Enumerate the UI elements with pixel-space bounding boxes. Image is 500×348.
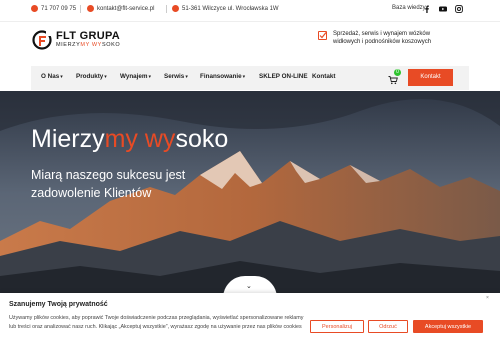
phone-link[interactable]: 71 707 09 75 <box>31 5 76 12</box>
main-nav: O Nas▾ Produkty▾ Wynajem▾ Serwis▾ Finans… <box>31 66 469 90</box>
chevron-down-icon: ▾ <box>104 74 107 80</box>
divider <box>166 5 167 13</box>
promo-block: Sprzedaż, serwis i wynajem wózków widłow… <box>318 30 453 46</box>
flt-logo-icon <box>32 30 52 50</box>
nav-item-kontakt[interactable]: Kontakt <box>312 73 335 80</box>
email-address: kontakt@flt-service.pl <box>97 5 155 12</box>
divider <box>80 5 81 13</box>
nav-item-sklep[interactable]: SKLEP ON-LINE <box>259 73 308 80</box>
location-pin-icon <box>172 5 179 12</box>
nav-item-produkty[interactable]: Produkty▾ <box>76 73 107 80</box>
checkbox-check-icon <box>318 31 327 40</box>
chevron-down-icon: ▾ <box>148 74 152 80</box>
nav-item-wynajem[interactable]: Wynajem▾ <box>120 73 151 80</box>
hero-subtitle: Miarą naszego sukcesu jest zadowolenie K… <box>31 168 186 200</box>
personalize-button[interactable]: Personalizuj <box>310 320 364 333</box>
email-icon <box>87 5 94 12</box>
contact-button[interactable]: Kontakt <box>408 69 453 86</box>
facebook-icon[interactable] <box>423 5 431 13</box>
chevron-down-icon: ⌄ <box>246 283 252 290</box>
address-text: 51-361 Wilczyce ul. Wrocławska 1W <box>182 5 279 12</box>
hero-banner: Mierzymy wysoko Miarą naszego sukcesu je… <box>0 91 500 297</box>
logo-title: FLT GRUPA <box>56 30 121 42</box>
email-link[interactable]: kontakt@flt-service.pl <box>87 5 154 12</box>
phone-number: 71 707 09 75 <box>41 5 77 12</box>
chevron-down-icon: ▾ <box>185 74 188 80</box>
address-link[interactable]: 51-361 Wilczyce ul. Wrocławska 1W <box>172 5 279 12</box>
instagram-icon[interactable] <box>455 5 463 13</box>
knowledge-base-link[interactable]: Baza wiedzy <box>392 5 426 11</box>
promo-line-1: Sprzedaż, serwis i wynajem wózków <box>333 31 431 37</box>
knowledge-base-label: Baza wiedzy <box>392 5 426 11</box>
hero-title: Mierzymy wysoko <box>31 125 229 153</box>
logo[interactable]: FLT GRUPA MIERZYMY WYSOKO <box>32 30 120 50</box>
cookie-title: Szanujemy Twoją prywatność <box>9 301 108 308</box>
reject-button[interactable]: Odrzuć <box>368 320 408 333</box>
nav-item-finansowanie[interactable]: Finansowanie▾ <box>200 73 245 80</box>
chevron-down-icon: ▾ <box>242 74 246 80</box>
top-bar: 71 707 09 75 kontakt@flt-service.pl 51-3… <box>0 0 500 22</box>
nav-item-serwis[interactable]: Serwis▾ <box>164 73 188 80</box>
close-icon[interactable]: × <box>486 295 489 301</box>
promo-line-2: widłowych i podnośników koszowych <box>333 39 432 45</box>
cart-count-badge: 0 <box>394 69 401 76</box>
cookie-banner: × Szanujemy Twoją prywatność Używamy pli… <box>0 293 500 348</box>
cookie-text: Używamy plików cookies, aby poprawić Two… <box>9 315 304 330</box>
logo-tagline: MIERZYMY WYSOKO <box>56 42 121 48</box>
chevron-down-icon: ▾ <box>60 74 63 80</box>
nav-item-o-nas[interactable]: O Nas▾ <box>41 73 63 80</box>
site-header: FLT GRUPA MIERZYMY WYSOKO Sprzedaż, serw… <box>0 22 500 64</box>
accept-all-button[interactable]: Akceptuj wszystkie <box>413 320 483 333</box>
phone-icon <box>31 5 38 12</box>
youtube-icon[interactable] <box>439 5 447 13</box>
